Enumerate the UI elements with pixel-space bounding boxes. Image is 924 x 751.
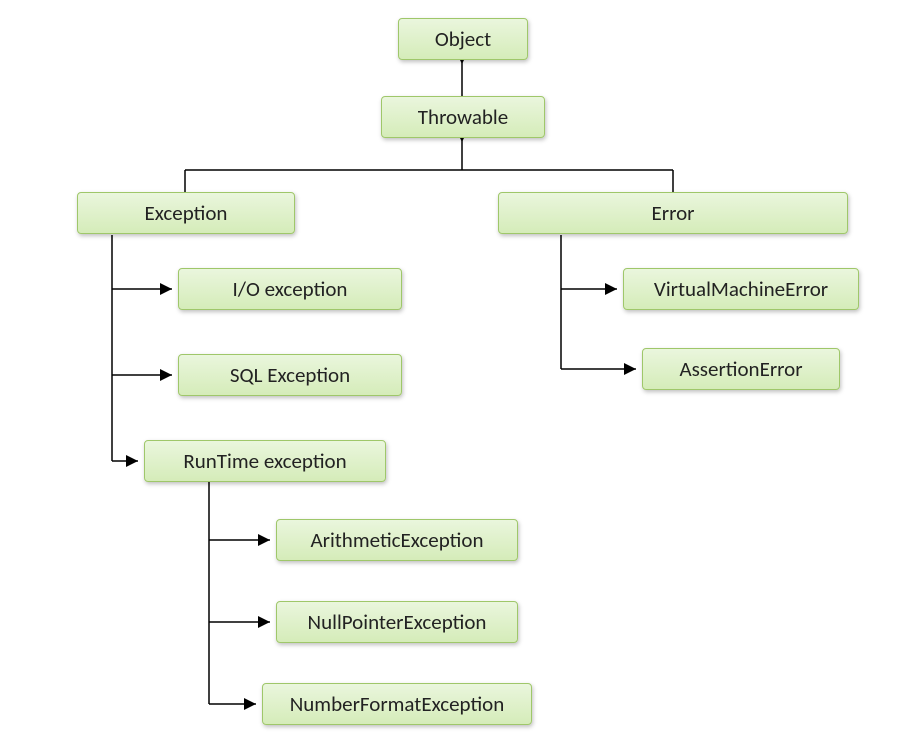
node-label: VirtualMachineError [654, 276, 828, 302]
node-label: Object [435, 26, 491, 52]
node-ioexception: I/O exception [178, 268, 402, 310]
node-label: NumberFormatException [290, 691, 505, 717]
node-numberformat: NumberFormatException [262, 683, 532, 725]
node-runtime: RunTime exception [144, 440, 386, 482]
node-label: SQL Exception [230, 362, 350, 388]
node-object: Object [398, 18, 528, 60]
node-nullpointer: NullPointerException [276, 601, 518, 643]
node-label: I/O exception [233, 276, 348, 302]
node-label: Exception [145, 200, 228, 226]
node-arithmetic: ArithmeticException [276, 519, 518, 561]
node-label: ArithmeticException [310, 527, 483, 553]
node-throwable: Throwable [381, 96, 545, 138]
node-error: Error [498, 192, 848, 234]
node-label: RunTime exception [183, 448, 346, 474]
node-exception: Exception [77, 192, 295, 234]
node-label: Throwable [418, 104, 508, 130]
node-label: NullPointerException [308, 609, 487, 635]
node-vmerror: VirtualMachineError [623, 268, 859, 310]
node-label: AssertionError [679, 356, 802, 382]
node-assertion: AssertionError [642, 348, 840, 390]
node-sqlexception: SQL Exception [178, 354, 402, 396]
node-label: Error [652, 200, 695, 226]
